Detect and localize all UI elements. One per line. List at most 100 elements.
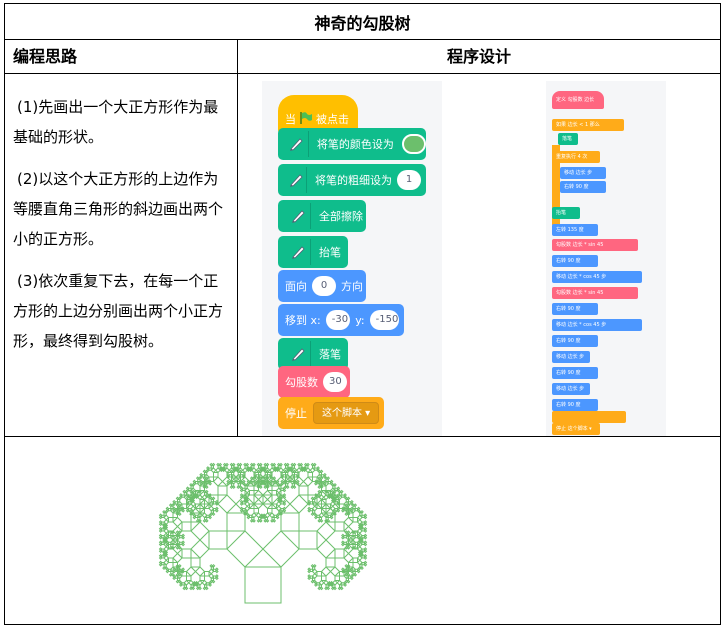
pen-color-swatch[interactable] <box>401 134 426 154</box>
when-flag-suffix: 被点击 <box>316 113 349 126</box>
direction-input[interactable]: 0 <box>312 276 336 296</box>
tree-square <box>215 576 219 581</box>
tree-square <box>272 462 277 467</box>
stop-block[interactable]: 停止 这个脚本 ▾ <box>278 397 384 429</box>
tree-square <box>265 462 270 467</box>
tree-square <box>363 535 368 540</box>
repeat-block[interactable]: 重复执行 4 次 <box>552 151 600 163</box>
tree-square <box>298 530 318 550</box>
tree-square <box>325 557 336 568</box>
tree-square <box>162 566 166 570</box>
tree-square <box>270 519 274 523</box>
tree-square <box>158 526 163 531</box>
goto-xy-block[interactable]: 移到 x: -30 y: -150 <box>278 304 404 336</box>
tree-square <box>168 546 173 550</box>
tree-square <box>360 510 364 514</box>
tree-square <box>319 489 324 494</box>
stop-option-dropdown[interactable]: 这个脚本 ▾ <box>313 402 380 424</box>
recurse-block-1[interactable]: 勾股数 边长 * sin 45 <box>552 239 638 251</box>
tree-square <box>363 549 368 554</box>
erase-all-block[interactable]: 全部擦除 <box>278 200 366 232</box>
tree-square <box>229 485 234 489</box>
tree-square <box>346 530 351 534</box>
goto-label: 移到 x: <box>285 314 321 327</box>
tree-square <box>333 489 337 494</box>
header-program: 程序设计 <box>446 47 511 66</box>
move-cos-block-2[interactable]: 移动 边长 * cos 45 步 <box>552 319 642 331</box>
turn-small-block-4[interactable]: 右转 90 度 <box>552 335 598 347</box>
tree-square <box>163 514 170 521</box>
pen-size-input[interactable]: 1 <box>397 170 421 190</box>
if-block[interactable]: 如果 边长 < 1 那么 <box>552 119 624 131</box>
tree-square <box>352 557 358 563</box>
pen-up-block[interactable]: 抬笔 <box>278 236 348 268</box>
define-block[interactable]: 定义 勾股数 边长 <box>552 91 604 109</box>
step-1: (1)先画出一个大正方形作为最基础的形状。 <box>13 98 219 146</box>
tree-square <box>172 516 183 528</box>
call-pythagoras-block[interactable]: 勾股数 30 <box>278 366 350 398</box>
pen-down-small-block[interactable]: 落笔 <box>558 133 578 145</box>
tree-square <box>175 579 180 584</box>
tree-square <box>310 512 315 516</box>
turn-small-block-3[interactable]: 右转 90 度 <box>552 303 598 315</box>
move-small-block[interactable]: 移动 边长 步 <box>560 167 606 179</box>
tree-square <box>326 489 331 494</box>
tree-square <box>183 579 190 586</box>
tree-square <box>158 553 163 558</box>
tree-square <box>280 479 284 484</box>
tree-square <box>199 472 203 477</box>
set-pen-color-block[interactable]: 将笔的颜色设为 <box>278 128 426 160</box>
tree-square <box>215 508 219 513</box>
tree-square <box>252 462 256 467</box>
tree-square <box>239 493 244 497</box>
stop-small-block[interactable]: 停止 这个脚本 ▾ <box>552 423 600 435</box>
move-small-block-3[interactable]: 移动 边长 步 <box>552 383 590 395</box>
tree-square <box>192 479 197 484</box>
call-size-input[interactable]: 30 <box>323 372 347 392</box>
tree-square <box>251 512 257 519</box>
tree-square <box>253 472 257 477</box>
result-row <box>5 437 720 625</box>
tree-square <box>324 586 328 591</box>
tree-square <box>307 472 313 478</box>
tree-square <box>334 575 340 581</box>
turn-small-block-6[interactable]: 右转 90 度 <box>552 399 598 411</box>
recurse-block-2[interactable]: 勾股数 边长 * sin 45 <box>552 287 638 299</box>
tree-square <box>172 506 176 511</box>
pen-icon <box>285 167 307 193</box>
tree-square <box>239 499 244 504</box>
turn-left-small-block[interactable]: 左转 135 度 <box>552 224 598 236</box>
tree-square <box>239 506 244 511</box>
move-small-block-2[interactable]: 移动 边长 步 <box>552 351 590 363</box>
pen-up-small-block[interactable]: 抬笔 <box>552 207 580 219</box>
goto-y-label: y: <box>355 313 365 327</box>
tree-square <box>217 485 228 496</box>
tree-square <box>363 556 368 560</box>
tree-square <box>208 481 212 486</box>
goto-x-input[interactable]: -30 <box>325 310 351 330</box>
point-direction-block[interactable]: 面向 0 方向 <box>278 270 366 302</box>
set-pen-size-block[interactable]: 将笔的粗细设为 1 <box>278 164 426 196</box>
turn-small-block[interactable]: 右转 90 度 <box>560 181 606 193</box>
tree-square <box>343 516 354 528</box>
tree-square <box>158 513 163 518</box>
tree-square <box>320 566 332 577</box>
tree-square <box>249 490 255 496</box>
tree-square <box>346 503 351 507</box>
erase-all-label: 全部擦除 <box>319 210 363 223</box>
step-3: (3)依次重复下去，在每一个正方形的上边分别画出两个小正方形，最终得到勾股树。 <box>13 272 224 350</box>
move-cos-block[interactable]: 移动 边长 * cos 45 步 <box>552 271 642 283</box>
tree-square <box>249 519 254 523</box>
header-row: 编程思路 程序设计 <box>5 40 720 74</box>
tree-square <box>267 508 273 514</box>
tree-square <box>352 517 358 523</box>
goto-y-input[interactable]: -150 <box>369 310 399 330</box>
tree-square <box>353 503 358 507</box>
tree-square <box>190 521 210 541</box>
turn-small-block-2[interactable]: 右转 90 度 <box>552 255 598 267</box>
tree-square <box>181 548 192 559</box>
tree-square <box>195 586 200 591</box>
tree-square <box>239 486 244 491</box>
tree-square <box>329 566 341 577</box>
turn-small-block-5[interactable]: 右转 90 度 <box>552 367 598 379</box>
